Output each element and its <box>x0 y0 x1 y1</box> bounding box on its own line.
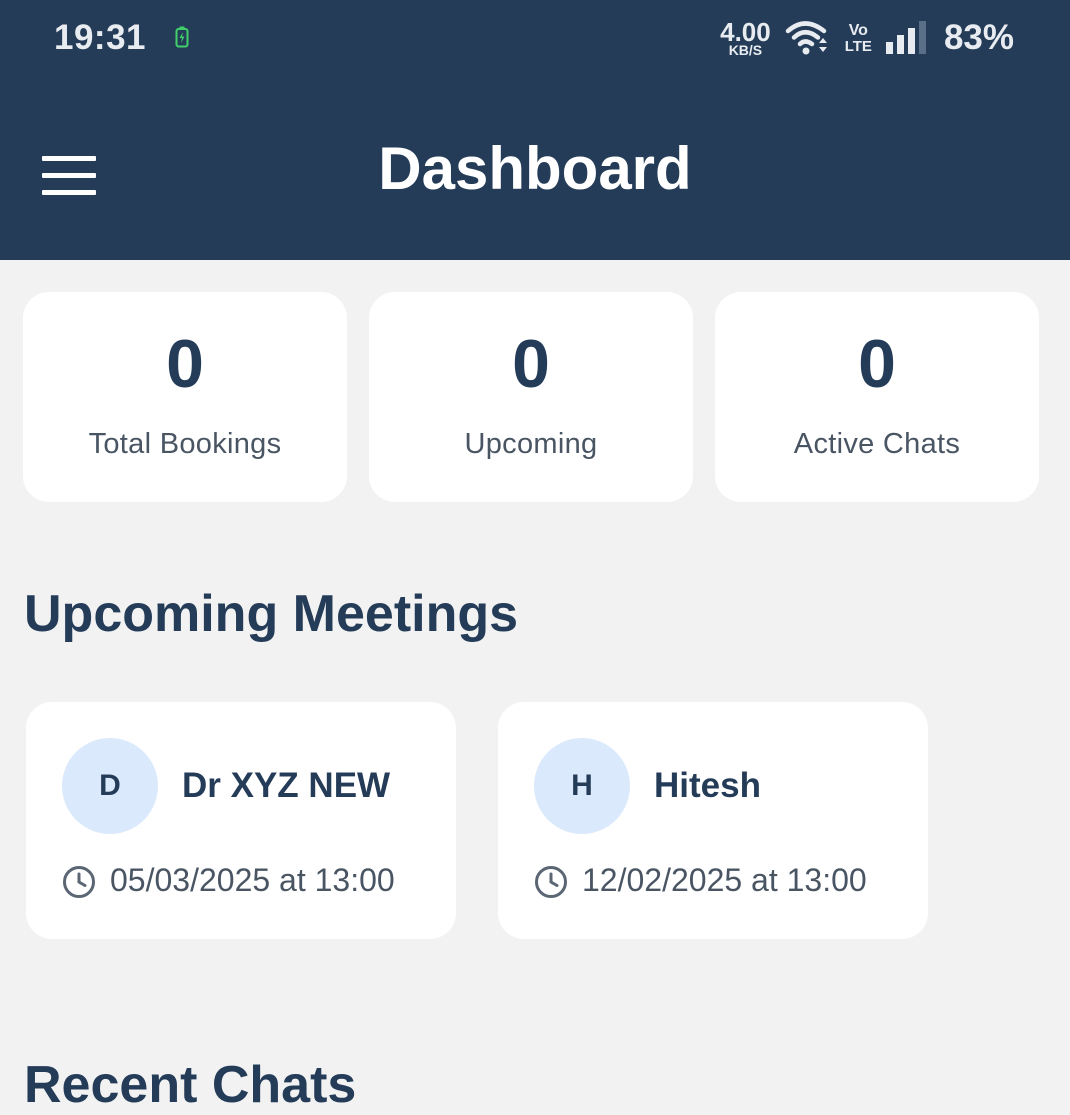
volte-bottom: LTE <box>844 37 872 55</box>
clock-icon <box>535 866 567 898</box>
status-indicators: 4.00 KB/S Vo LTE 83% <box>720 14 1014 62</box>
meeting-name: Hitesh <box>654 766 761 805</box>
battery-charging-icon <box>175 26 189 48</box>
meeting-card[interactable]: H Hitesh 12/02/2025 at 13:00 <box>498 702 928 939</box>
stat-value: 0 <box>166 326 204 402</box>
stats-row: 0 Total Bookings 0 Upcoming 0 Active Cha… <box>23 292 1039 502</box>
page-title: Dashboard <box>378 135 692 202</box>
stat-value: 0 <box>512 326 550 402</box>
wifi-icon <box>785 21 827 55</box>
network-speed-unit: KB/S <box>728 42 763 58</box>
stat-label: Total Bookings <box>88 428 282 460</box>
upcoming-meetings-list: D Dr XYZ NEW 05/03/2025 at 13:00 H Hites… <box>26 702 928 939</box>
signal-strength-icon <box>885 21 926 54</box>
stat-card-total-bookings[interactable]: 0 Total Bookings <box>23 292 347 502</box>
stat-card-upcoming[interactable]: 0 Upcoming <box>369 292 693 502</box>
stat-value: 0 <box>858 326 896 402</box>
app-header: 19:31 4.00 KB/S Vo LTE 83% Dashboard <box>0 0 1070 260</box>
volte-indicator: Vo LTE <box>844 21 872 55</box>
meeting-card[interactable]: D Dr XYZ NEW 05/03/2025 at 13:00 <box>26 702 456 939</box>
avatar: H <box>534 738 630 834</box>
meeting-name: Dr XYZ NEW <box>182 766 391 805</box>
meeting-datetime: 12/02/2025 at 13:00 <box>582 862 867 898</box>
recent-chats-title: Recent Chats <box>24 1056 357 1114</box>
network-speed: 4.00 KB/S <box>720 19 771 57</box>
status-time: 19:31 <box>54 18 147 57</box>
upcoming-meetings-title: Upcoming Meetings <box>24 585 519 643</box>
stat-card-active-chats[interactable]: 0 Active Chats <box>715 292 1039 502</box>
clock-icon <box>63 866 95 898</box>
stat-label: Upcoming <box>464 428 598 460</box>
volte-top: Vo <box>848 21 868 39</box>
avatar: D <box>62 738 158 834</box>
stat-label: Active Chats <box>793 428 961 460</box>
meeting-datetime: 05/03/2025 at 13:00 <box>110 862 395 898</box>
battery-percentage: 83% <box>943 18 1014 57</box>
